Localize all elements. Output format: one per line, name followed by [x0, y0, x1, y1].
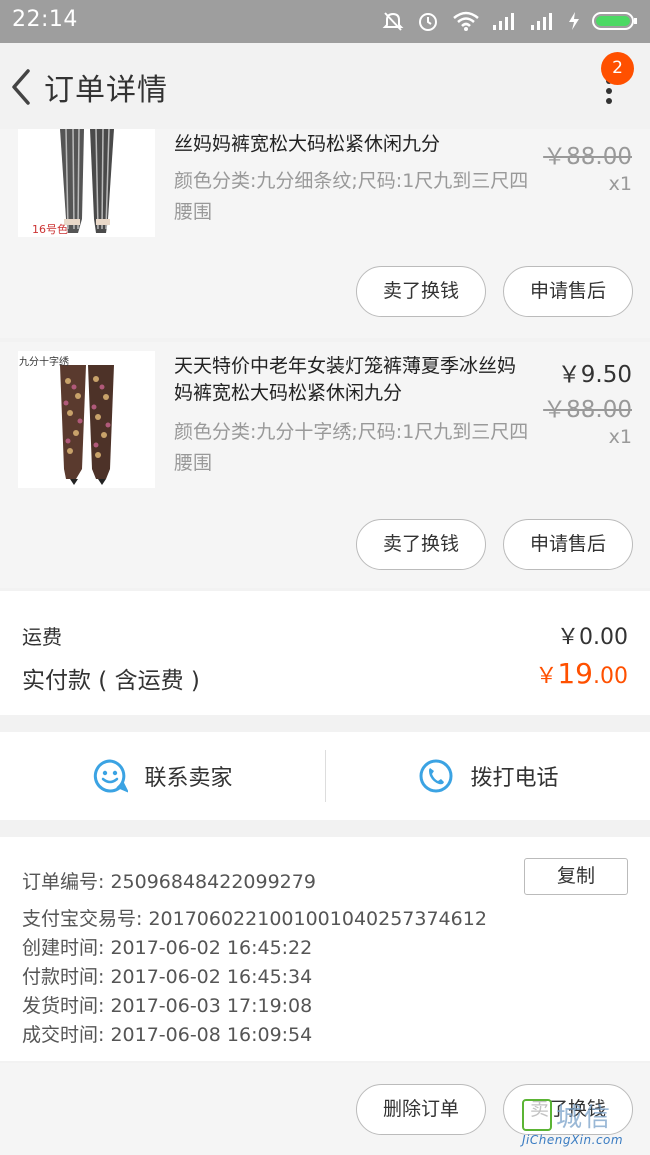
contact-seller-button[interactable]: 联系卖家: [0, 732, 325, 820]
watermark-url: JiChengXin.com: [522, 1133, 624, 1147]
status-icons: [382, 9, 638, 33]
product-image[interactable]: 16号色: [18, 129, 155, 237]
notification-badge: 2: [601, 52, 634, 85]
nav-bar: 订单详情 2: [0, 43, 650, 129]
chat-face-icon: [94, 759, 129, 793]
original-price: ￥88.00: [543, 397, 632, 423]
paid-label: 实付款 ( 含运费 ): [22, 668, 200, 694]
product-sku: 颜色分类:九分十字绣;尺码:1尺九到三尺四腰围: [174, 421, 529, 474]
image-style-label: 九分十字绣: [19, 357, 69, 368]
contact-seller-label: 联系卖家: [144, 766, 233, 791]
order-item: 16号色 丝妈妈裤宽松大码松紧休闲九分 颜色分类:九分细条纹;尺码:1尺九到三尺…: [0, 129, 650, 338]
created-time: 创建时间: 2017-06-02 16:45:22: [22, 937, 313, 959]
after-sale-button[interactable]: 申请售后: [503, 266, 633, 317]
paid-decimal: .00: [593, 664, 628, 689]
quantity: x1: [608, 173, 632, 195]
footer-actions: 删除订单 卖了换钱 城信 JiChengXin.com: [0, 1063, 650, 1155]
watermark-icon: [522, 1099, 552, 1131]
order-item: 九分十字绣 天天特价中老年女装灯笼裤薄夏季冰丝妈妈裤宽松大码松紧休闲九分 颜色分…: [0, 342, 650, 588]
after-sale-button[interactable]: 申请售后: [503, 519, 633, 570]
back-arrow-icon[interactable]: [6, 67, 36, 107]
shipping-label: 运费: [22, 625, 62, 649]
completed-time: 成交时间: 2017-06-08 16:09:54: [22, 1024, 313, 1046]
product-sku: 颜色分类:九分细条纹;尺码:1尺九到三尺四腰围: [174, 170, 529, 223]
watermark-logo: 城信 JiChengXin.com: [522, 1099, 644, 1149]
product-name[interactable]: 丝妈妈裤宽松大码松紧休闲九分: [174, 131, 524, 158]
unit-price: ￥9.50: [557, 362, 632, 388]
status-time: 22:14: [12, 7, 78, 32]
delete-order-button[interactable]: 删除订单: [356, 1084, 486, 1135]
alarm-icon: [419, 13, 437, 31]
order-number: 订单编号: 25096848422099279: [22, 871, 316, 893]
product-image[interactable]: 九分十字绣: [18, 351, 155, 488]
call-phone-button[interactable]: 拨打电话: [326, 732, 650, 820]
status-bar: 22:14: [0, 0, 650, 43]
charging-icon: [569, 12, 579, 30]
product-name[interactable]: 天天特价中老年女装灯笼裤薄夏季冰丝妈妈裤宽松大码松紧休闲九分: [174, 353, 524, 407]
shipped-time: 发货时间: 2017-06-03 17:19:08: [22, 995, 313, 1017]
sell-for-cash-button[interactable]: 卖了换钱: [356, 266, 486, 317]
battery-icon: [592, 12, 637, 30]
call-phone-label: 拨打电话: [470, 766, 559, 791]
original-price: ￥88.00: [543, 144, 632, 170]
quantity: x1: [608, 426, 632, 448]
page-title: 订单详情: [44, 73, 168, 108]
signal-icon: [493, 13, 514, 30]
paid-currency: ￥: [535, 664, 558, 689]
contact-bar: 联系卖家 拨打电话: [0, 732, 650, 820]
paid-integer: 19: [557, 657, 593, 690]
signal-icon-2: [531, 13, 552, 30]
paid-time: 付款时间: 2017-06-02 16:45:34: [22, 966, 313, 988]
mute-bell-icon: [382, 12, 404, 31]
sell-for-cash-button[interactable]: 卖了换钱: [356, 519, 486, 570]
payment-summary: 运费 ￥0.00 实付款 ( 含运费 ) ￥19.00: [0, 591, 650, 715]
alipay-trade-number: 支付宝交易号: 2017060221001001040257374612: [22, 908, 487, 930]
watermark-text: 城信: [556, 1103, 613, 1133]
wifi-icon: [453, 11, 479, 31]
phone-icon: [419, 759, 453, 793]
copy-button[interactable]: 复制: [524, 858, 628, 895]
order-info: 订单编号: 25096848422099279 复制 支付宝交易号: 20170…: [0, 837, 650, 1061]
image-color-label: 16号色: [32, 223, 68, 236]
shipping-value: ￥0.00: [557, 625, 628, 650]
paid-total: ￥19.00: [535, 657, 628, 690]
